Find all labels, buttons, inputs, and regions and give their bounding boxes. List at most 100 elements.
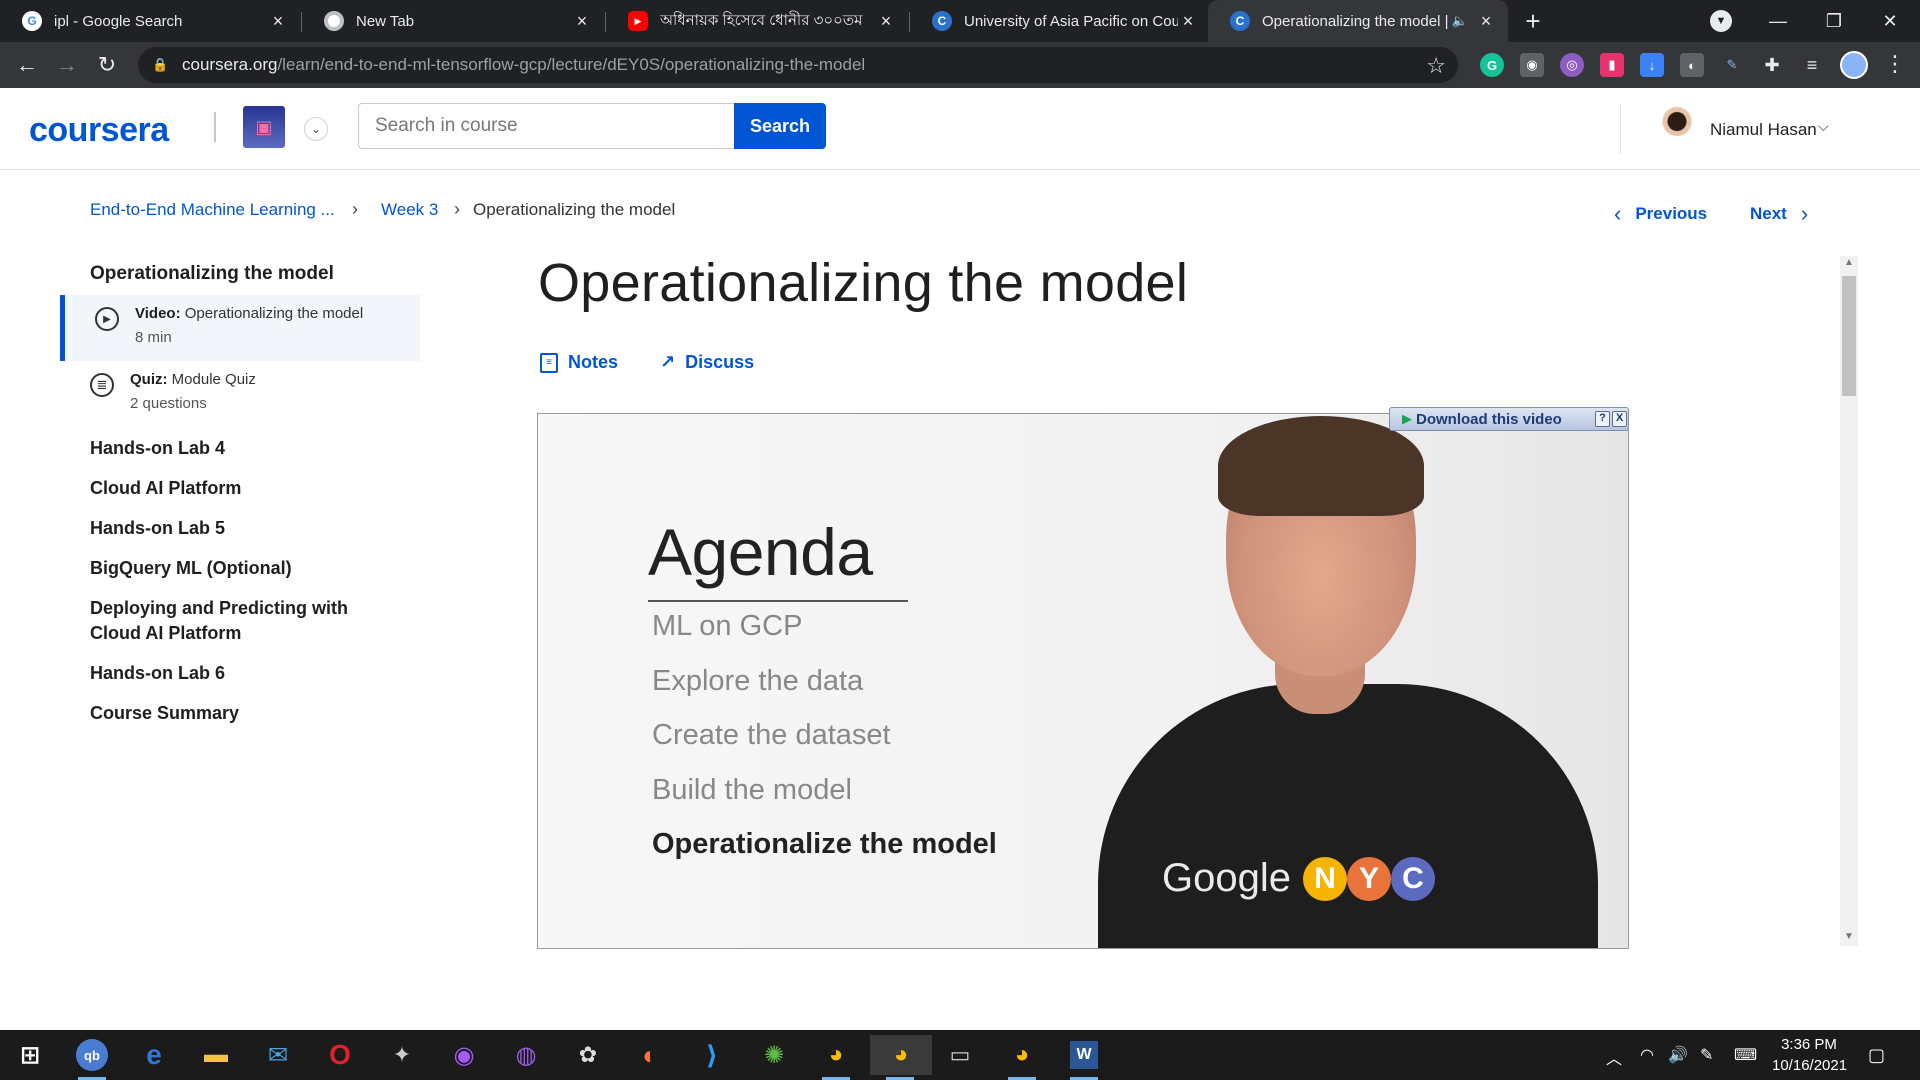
close-icon[interactable]: X [1612,411,1627,427]
university-logo[interactable]: ▣ [243,106,285,148]
chevron-down-icon[interactable]: ⌵ [1818,118,1829,135]
discuss-label: Discuss [685,352,755,372]
tab-uap-coursera[interactable]: C University of Asia Pacific on Cour × [910,0,1210,42]
camera-icon[interactable]: ◉ [1520,53,1544,77]
opera-icon[interactable]: O [320,1035,360,1075]
breadcrumb-week[interactable]: Week 3 [381,200,438,220]
tab-youtube[interactable]: ▶ অধিনায়ক হিসেবে ধোনীর ৩০০তম × [606,0,908,42]
menu-icon[interactable]: ⋮ [1884,51,1906,77]
pen-icon[interactable]: ✎ [1720,53,1744,77]
download-video-label: Download this video [1416,410,1562,428]
grammarly-icon[interactable]: G [1480,53,1504,77]
reading-list-icon[interactable]: ≡ [1800,53,1824,77]
close-tab-icon[interactable]: × [1476,11,1496,31]
chrome-icon[interactable]: ◕ [870,1035,932,1080]
sidebar-section[interactable]: Course Summary [90,701,390,726]
edge-icon[interactable]: e [134,1035,174,1075]
speaker-icon[interactable]: 🔈 [1452,13,1468,29]
app-icon[interactable]: qb [72,1035,112,1080]
next-label: Next [1750,204,1787,223]
file-explorer-icon[interactable]: ▬ [196,1035,236,1075]
close-tab-icon[interactable]: × [268,11,288,31]
puzzle-icon[interactable]: ✚ [1760,53,1784,77]
close-tab-icon[interactable]: × [572,11,592,31]
tab-new-tab[interactable]: New Tab × [302,0,604,42]
bookmark-star-icon[interactable]: ☆ [1426,53,1446,79]
profile-avatar[interactable] [1840,51,1868,79]
close-window-icon[interactable]: ✕ [1862,0,1918,42]
scroll-down-arrow-icon[interactable]: ▼ [1842,931,1856,942]
vscode-icon[interactable]: ⟩ [692,1035,732,1075]
extension-badge-icon[interactable]: ▮ [1600,53,1624,77]
chevron-down-icon[interactable]: ⌄ [304,117,328,141]
forward-icon[interactable]: → [52,50,82,80]
firefox-icon[interactable]: ◐ [630,1035,670,1075]
back-icon[interactable]: ← [12,50,42,80]
page-title: Operationalizing the model [538,253,1189,313]
taskbar-clock[interactable]: 3:36 PM 10/16/2021 [1772,1034,1847,1076]
chrome-icon[interactable]: ◕ [1002,1035,1042,1080]
avatar[interactable] [1654,104,1700,154]
coursera-logo[interactable]: coursera [29,111,169,150]
download-extension-icon[interactable]: ↓ [1640,53,1664,77]
search-input[interactable] [358,103,735,149]
presenter-hair [1218,416,1424,516]
sidebar-section[interactable]: Hands-on Lab 6 [90,661,390,686]
address-bar[interactable]: 🔒 coursera.org/learn/end-to-end-ml-tenso… [138,47,1458,83]
tab-search-icon[interactable]: ▼ [1710,10,1732,32]
google-icon: G [22,11,42,31]
sidebar-item-quiz[interactable]: ≣ Quiz: Module Quiz 2 questions [60,361,420,427]
windows-start-icon[interactable]: ⊞ [10,1035,50,1075]
sidebar-section[interactable]: Hands-on Lab 4 [90,436,390,461]
agenda-item: Explore the data [652,665,864,697]
notifications-icon[interactable]: ▢ [1868,1045,1885,1066]
tray-chevron-icon[interactable]: ︿ [1606,1045,1622,1069]
sidebar-section[interactable]: Cloud AI Platform [90,476,390,501]
app-icon[interactable]: ✺ [754,1035,794,1075]
terminal-icon[interactable]: ▭ [940,1035,980,1075]
app-icon[interactable]: ✦ [382,1035,422,1075]
discuss-button[interactable]: ↗ Discuss [660,352,754,373]
messenger-icon[interactable]: ◉ [444,1035,484,1075]
tab-operationalizing[interactable]: C Operationalizing the model | 🔈 × [1208,0,1508,42]
breadcrumb-current: Operationalizing the model [473,200,676,219]
sidebar-module-title[interactable]: Operationalizing the model [90,263,334,285]
sidebar-item-video[interactable]: ▶ Video: Operationalizing the model 8 mi… [60,295,420,361]
keyboard-icon[interactable]: ⌨ [1734,1045,1757,1065]
pen-workspace-icon[interactable]: ✎ [1700,1045,1713,1065]
word-icon[interactable]: W [1064,1035,1104,1080]
chrome-icon[interactable]: ◕ [816,1035,856,1080]
restore-icon[interactable]: ❐ [1806,0,1862,42]
browser-toolbar: ← → ↻ 🔒 coursera.org/learn/end-to-end-ml… [0,42,1920,88]
new-tab-button[interactable]: + [1518,6,1548,36]
scrollbar-thumb[interactable] [1842,276,1856,396]
close-tab-icon[interactable]: × [876,11,896,31]
scroll-up-arrow-icon[interactable]: ▲ [1842,257,1856,268]
sidebar-section[interactable]: Hands-on Lab 5 [90,516,390,541]
video-player[interactable]: Agenda ML on GCP Explore the data Create… [537,413,1629,949]
sidebar-section[interactable]: Deploying and Predicting with Cloud AI P… [90,596,390,646]
search-button[interactable]: Search [734,103,826,149]
chrome-icon [324,11,344,31]
help-icon[interactable]: ? [1595,411,1610,427]
extension-icon[interactable]: ◎ [1560,53,1584,77]
reload-icon[interactable]: ↻ [92,50,122,80]
breadcrumb-course[interactable]: End-to-End Machine Learning ... [90,200,335,220]
header-divider [1620,104,1621,154]
download-video-button[interactable]: ▶ Download this video ? X [1389,407,1629,431]
volume-icon[interactable]: 🔊 [1668,1045,1688,1065]
mail-icon[interactable]: ✉ [258,1035,298,1075]
minimize-icon[interactable]: — [1750,0,1806,42]
wifi-icon[interactable]: ◠ [1640,1045,1654,1065]
notes-button[interactable]: ≡ Notes [540,352,618,373]
sidebar-section[interactable]: BigQuery ML (Optional) [90,556,390,581]
github-icon[interactable]: ◍ [506,1035,546,1075]
tab-google-search[interactable]: G ipl - Google Search × [0,0,300,42]
close-tab-icon[interactable]: × [1178,11,1198,31]
next-button[interactable]: Next › [1750,201,1808,227]
user-name[interactable]: Niamul Hasan [1710,120,1817,140]
previous-button[interactable]: ‹ Previous [1614,201,1707,227]
app-icon[interactable]: ✿ [568,1035,608,1075]
extension-icon[interactable]: ◐ [1680,53,1704,77]
lock-icon[interactable]: 🔒 [152,57,168,73]
